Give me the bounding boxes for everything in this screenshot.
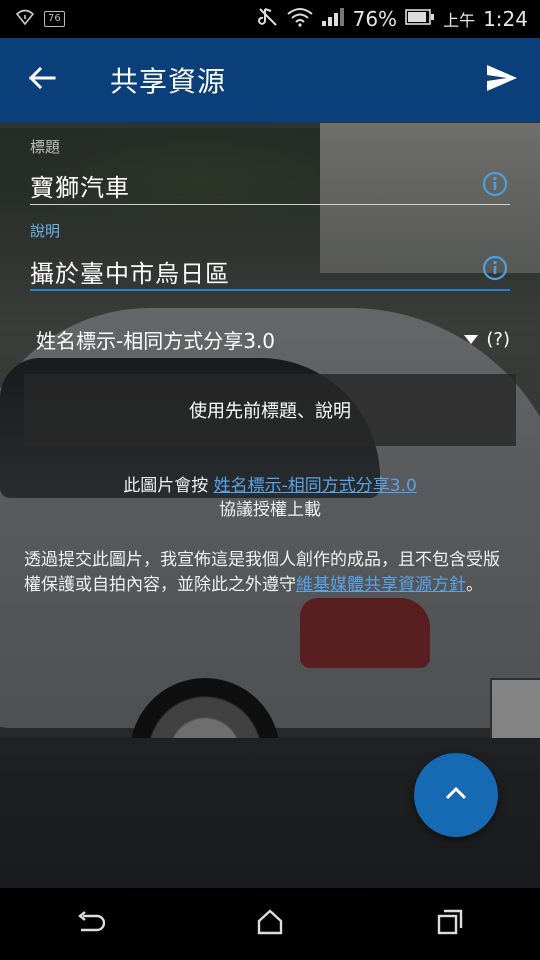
description-info-icon[interactable] (482, 255, 508, 281)
description-label: 說明 (30, 222, 61, 240)
title-label: 標題 (30, 138, 61, 156)
battery-percent: 76% (352, 7, 398, 31)
title-underline (30, 204, 510, 205)
dropdown-arrow-icon (464, 334, 479, 344)
description-underline (30, 289, 510, 291)
wifi-icon (286, 7, 313, 31)
description-field[interactable]: 攝於臺中市烏日區 (30, 254, 230, 289)
chevron-up-icon (444, 785, 468, 805)
commons-policy-link[interactable]: 維基媒體共享資源方針 (296, 575, 466, 595)
status-bar: 76 76% 上午 1:24 (0, 0, 540, 38)
nav-back-icon (75, 910, 106, 938)
use-previous-button[interactable]: 使用先前標題、說明 (24, 374, 516, 446)
license-selected: 姓名標示-相同方式分享3.0 (36, 328, 276, 353)
nav-home-icon (256, 909, 284, 939)
license-select[interactable]: 姓名標示-相同方式分享3.0 (?) (36, 324, 510, 354)
nav-back-button[interactable] (65, 899, 115, 949)
nav-home-button[interactable] (245, 899, 295, 949)
wifi-alert-icon (15, 9, 35, 29)
license-help-link[interactable]: (?) (486, 329, 510, 350)
system-nav-bar (0, 888, 540, 960)
license-note-prefix: 此圖片會按 (123, 476, 214, 496)
declaration-text: 透過提交此圖片，我宣佈這是我個人創作的成品，且不包含受版權保護或自拍內容，並除此… (24, 548, 516, 598)
battery-icon (405, 8, 435, 30)
declaration-end: 。 (466, 575, 483, 595)
nav-recent-icon (436, 908, 464, 940)
app-bar: 共享資源 (0, 38, 540, 122)
arrow-left-icon (28, 66, 56, 94)
license-note: 此圖片會按 姓名標示-相同方式分享3.0 協議授權上載 (0, 474, 540, 522)
time-prefix: 上午 (443, 11, 476, 30)
vibrate-off-icon (257, 6, 279, 32)
title-info-icon[interactable] (482, 171, 508, 197)
license-note-suffix: 協議授權上載 (219, 500, 321, 520)
back-button[interactable] (22, 60, 62, 100)
nav-recent-button[interactable] (425, 899, 475, 949)
page-title: 共享資源 (110, 65, 227, 98)
clock: 1:24 (483, 7, 528, 31)
license-link[interactable]: 姓名標示-相同方式分享3.0 (214, 476, 417, 496)
signal-icon (321, 7, 345, 31)
battery-small-icon: 76 (44, 11, 65, 27)
send-icon (485, 63, 519, 97)
scroll-up-button[interactable] (414, 753, 498, 837)
title-field[interactable]: 寶獅汽車 (30, 168, 130, 203)
send-button[interactable] (482, 60, 522, 100)
